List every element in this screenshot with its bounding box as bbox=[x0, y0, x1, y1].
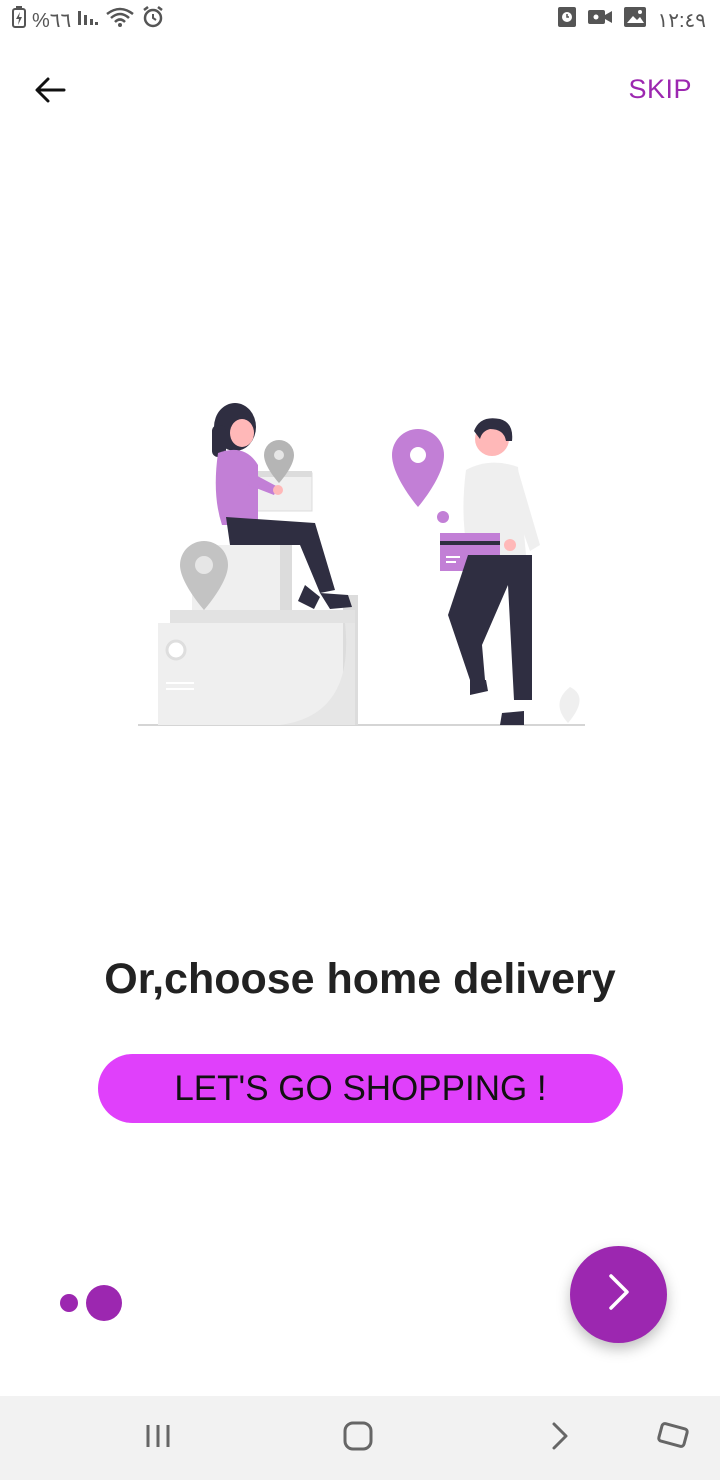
page-dot-1 bbox=[60, 1294, 78, 1312]
back-icon bbox=[549, 1421, 571, 1456]
alarm-icon bbox=[141, 5, 165, 35]
back-button[interactable] bbox=[30, 72, 70, 112]
rotate-icon bbox=[654, 1420, 690, 1457]
battery-charging-icon bbox=[12, 6, 26, 34]
wifi-icon bbox=[105, 6, 135, 34]
skip-button[interactable]: SKIP bbox=[628, 74, 692, 105]
status-time: ١٢:٤٩ bbox=[657, 9, 706, 32]
status-right-group: ١٢:٤٩ bbox=[557, 6, 706, 34]
clock-notification-icon bbox=[557, 6, 577, 34]
video-notification-icon bbox=[587, 7, 613, 33]
image-notification-icon bbox=[623, 6, 647, 34]
home-button[interactable] bbox=[338, 1418, 378, 1458]
delivery-illustration bbox=[130, 395, 590, 735]
next-button[interactable] bbox=[570, 1246, 667, 1343]
status-bar: %٦٦ ١٢:٤٩ bbox=[0, 0, 720, 40]
recent-apps-icon bbox=[143, 1422, 173, 1455]
system-back-button[interactable] bbox=[540, 1418, 580, 1458]
recent-apps-button[interactable] bbox=[138, 1418, 178, 1458]
status-left-group: %٦٦ bbox=[12, 5, 165, 35]
rotate-screen-button[interactable] bbox=[650, 1418, 694, 1458]
home-icon bbox=[342, 1420, 374, 1457]
onboarding-headline: Or,choose home delivery bbox=[104, 955, 616, 1003]
signal-icon bbox=[77, 7, 99, 33]
arrow-left-icon bbox=[34, 76, 66, 109]
page-indicator bbox=[60, 1285, 122, 1321]
system-navigation-bar bbox=[0, 1396, 720, 1480]
chevron-right-icon bbox=[605, 1272, 633, 1317]
battery-percentage: %٦٦ bbox=[32, 9, 72, 32]
lets-go-shopping-button[interactable]: LET'S GO SHOPPING ! bbox=[98, 1054, 623, 1123]
page-dot-2-active bbox=[86, 1285, 122, 1321]
